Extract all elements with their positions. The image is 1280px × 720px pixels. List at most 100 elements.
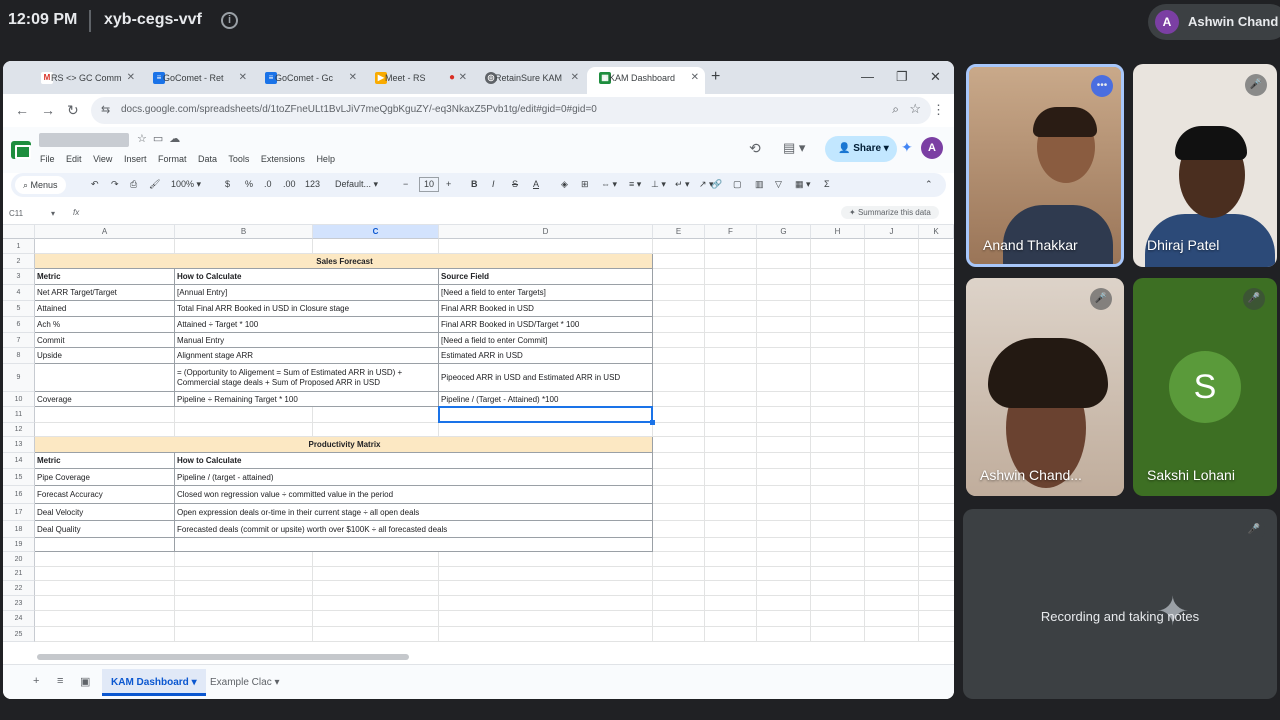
name-box[interactable]: C11: [9, 209, 23, 218]
row-header[interactable]: 15: [3, 469, 35, 486]
borders-icon[interactable]: ⊞: [581, 179, 589, 190]
forward-icon[interactable]: →: [41, 102, 55, 118]
productivity-matrix-title[interactable]: Productivity Matrix: [35, 437, 653, 453]
close-icon[interactable]: ✕: [459, 67, 467, 89]
cell[interactable]: Metric: [35, 269, 175, 285]
back-icon[interactable]: ←: [15, 102, 29, 118]
row-header[interactable]: 1: [3, 239, 35, 254]
summarize-button[interactable]: ✦ Summarize this data: [841, 206, 939, 219]
sheet-tab-kam-dashboard[interactable]: KAM Dashboard ▾: [102, 669, 206, 696]
star-icon[interactable]: ☆: [137, 133, 153, 145]
search-menus-button[interactable]: ⌕ Menus: [15, 176, 66, 194]
more-formats[interactable]: 123: [305, 179, 320, 189]
close-icon[interactable]: ✕: [127, 67, 135, 89]
cell[interactable]: Pipeoced ARR in USD and Estimated ARR in…: [439, 364, 653, 392]
decrease-decimal[interactable]: .0: [264, 179, 272, 189]
row-header[interactable]: 6: [3, 317, 35, 333]
menu-view[interactable]: View: [93, 154, 112, 164]
share-button[interactable]: 👤 Share ▾: [825, 136, 897, 162]
cell[interactable]: Estimated ARR in USD: [439, 348, 653, 364]
cell[interactable]: How to Calculate: [175, 269, 439, 285]
menu-extensions[interactable]: Extensions: [261, 154, 305, 164]
zoom-icon[interactable]: ⌕: [892, 102, 899, 117]
close-icon[interactable]: ✕: [239, 67, 247, 89]
close-icon[interactable]: ✕: [691, 67, 699, 89]
cell[interactable]: Attained ÷ Target * 100: [175, 317, 439, 333]
functions-icon[interactable]: Σ: [824, 179, 830, 189]
cell[interactable]: [175, 538, 653, 552]
cell[interactable]: Commit: [35, 333, 175, 348]
browser-tab[interactable]: ≡ GoComet - Gc ✕: [253, 67, 363, 94]
cell[interactable]: = (Opportunity to Aligement = Sum of Est…: [175, 364, 439, 392]
comment-icon[interactable]: ▢: [733, 179, 742, 190]
row-header[interactable]: 7: [3, 333, 35, 348]
browser-menu-icon[interactable]: ⋮: [932, 102, 945, 118]
cell[interactable]: [35, 364, 175, 392]
column-header-j[interactable]: J: [865, 225, 919, 239]
row-header[interactable]: 23: [3, 596, 35, 611]
participant-tile-dhiraj[interactable]: 🎤 Dhiraj Patel: [1133, 64, 1277, 267]
row-header[interactable]: 20: [3, 552, 35, 567]
cell[interactable]: [Annual Entry]: [175, 285, 439, 301]
row-header[interactable]: 9: [3, 364, 35, 392]
self-presenter-chip[interactable]: A Ashwin Chand: [1148, 4, 1280, 40]
cell[interactable]: Deal Quality: [35, 521, 175, 538]
bold-icon[interactable]: B: [471, 179, 478, 189]
column-header-b[interactable]: B: [175, 225, 313, 239]
row-header[interactable]: 4: [3, 285, 35, 301]
undo-icon[interactable]: ↶: [91, 179, 99, 190]
participant-tile-ashwin[interactable]: 🎤 Ashwin Chand...: [966, 278, 1124, 496]
info-icon[interactable]: i: [221, 12, 238, 29]
browser-tab[interactable]: ≡ GoComet - Ret ✕: [141, 67, 253, 94]
cell[interactable]: Final ARR Booked in USD/Target * 100: [439, 317, 653, 333]
close-icon[interactable]: ✕: [571, 67, 579, 89]
cell[interactable]: Attained: [35, 301, 175, 317]
cell[interactable]: [Need a field to enter Commit]: [439, 333, 653, 348]
strikethrough-icon[interactable]: S: [512, 179, 518, 189]
italic-icon[interactable]: I: [492, 179, 495, 189]
cell[interactable]: Coverage: [35, 392, 175, 407]
cell[interactable]: Alignment stage ARR: [175, 348, 439, 364]
sheets-logo-icon[interactable]: [11, 141, 31, 159]
chart-icon[interactable]: ▥: [755, 179, 764, 190]
align-icon[interactable]: ≡ ▾: [629, 179, 641, 190]
new-tab-icon[interactable]: +: [711, 68, 720, 86]
cell[interactable]: Open expression deals or-time in their c…: [175, 504, 653, 521]
valign-icon[interactable]: ⊥ ▾: [651, 179, 666, 190]
row-header[interactable]: 12: [3, 423, 35, 437]
column-header-h[interactable]: H: [811, 225, 865, 239]
row-header[interactable]: 10: [3, 392, 35, 407]
row-header[interactable]: 16: [3, 486, 35, 504]
currency-format[interactable]: $: [225, 179, 230, 189]
comments-icon[interactable]: ▤ ▾: [783, 140, 805, 156]
row-header[interactable]: 17: [3, 504, 35, 521]
row-header[interactable]: 8: [3, 348, 35, 364]
browser-tab[interactable]: M RS <> GC Comm ✕: [29, 67, 141, 94]
sheet-tab-example-clac[interactable]: Example Clac ▾: [201, 669, 289, 696]
text-color-icon[interactable]: A: [533, 179, 539, 189]
menu-insert[interactable]: Insert: [124, 154, 147, 164]
spreadsheet-grid[interactable]: A B C D E F G H J K 1 2 3 4 5 6 7 8 9 10 11 12 13 14 15 16 17 18 19 2…: [3, 225, 954, 657]
menu-tools[interactable]: Tools: [228, 154, 249, 164]
history-icon[interactable]: ⟲: [749, 140, 761, 157]
row-header[interactable]: 19: [3, 538, 35, 552]
participant-tile-anand[interactable]: ••• Anand Thakkar: [966, 64, 1124, 267]
cell[interactable]: Closed won regression value ÷ committed …: [175, 486, 653, 504]
all-sheets-icon[interactable]: ≡: [57, 675, 63, 687]
fill-color-icon[interactable]: ◈: [561, 179, 568, 190]
cell[interactable]: Ach %: [35, 317, 175, 333]
column-header-g[interactable]: G: [757, 225, 811, 239]
explore-icon[interactable]: ▣: [80, 675, 90, 688]
cell[interactable]: Net ARR Target/Target: [35, 285, 175, 301]
row-header[interactable]: 2: [3, 254, 35, 269]
row-header[interactable]: 3: [3, 269, 35, 285]
row-header[interactable]: 22: [3, 581, 35, 596]
column-header-e[interactable]: E: [653, 225, 705, 239]
decrease-font-icon[interactable]: −: [403, 179, 408, 189]
column-header-k[interactable]: K: [919, 225, 954, 239]
menu-edit[interactable]: Edit: [66, 154, 82, 164]
folder-icon[interactable]: ▭: [153, 133, 169, 145]
cell[interactable]: Final ARR Booked in USD: [439, 301, 653, 317]
menu-file[interactable]: File: [40, 154, 55, 164]
row-header[interactable]: 24: [3, 611, 35, 627]
